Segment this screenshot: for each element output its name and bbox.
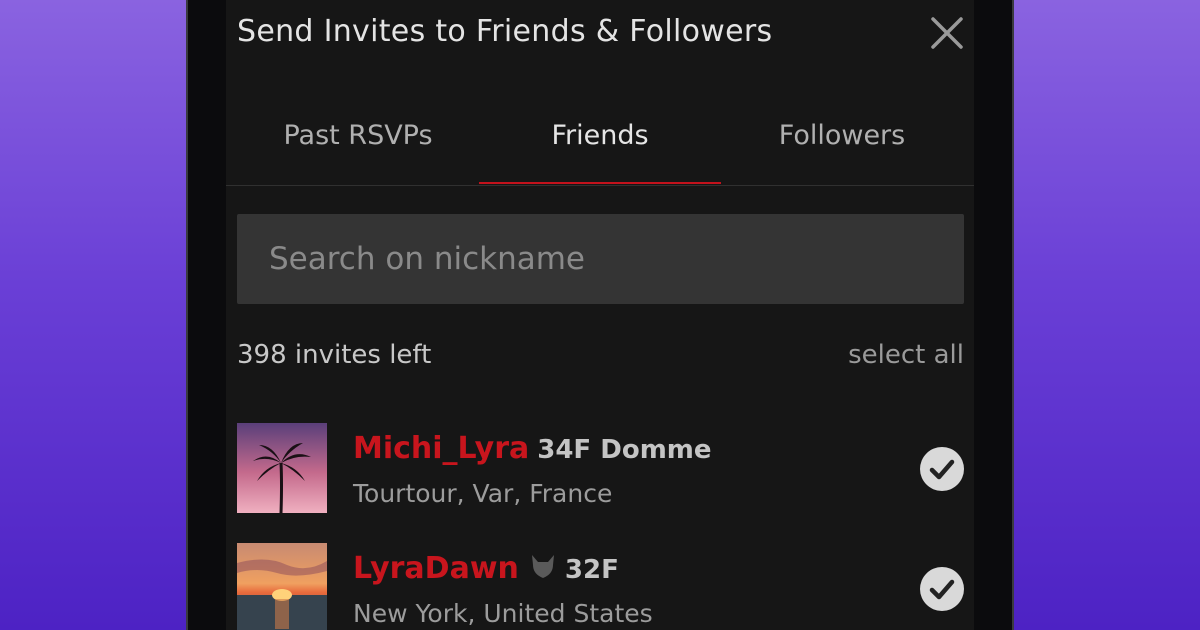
invite-modal: Send Invites to Friends & Followers Past… — [226, 0, 974, 630]
list-item[interactable]: LyraDawn 32F New York, United States — [237, 543, 964, 630]
tab-past-rsvps[interactable]: Past RSVPs — [237, 92, 479, 184]
tab-bar: Past RSVPs Friends Followers — [226, 92, 974, 186]
select-all-link[interactable]: select all — [848, 340, 964, 370]
user-location: New York, United States — [353, 599, 653, 628]
user-meta: 34F Domme — [537, 435, 712, 465]
search-box — [237, 214, 964, 304]
devil-badge-icon — [531, 555, 554, 578]
search-input[interactable] — [237, 214, 964, 304]
avatar[interactable] — [237, 423, 327, 513]
user-meta: 32F — [564, 555, 619, 585]
selected-checkmark-icon[interactable] — [920, 447, 964, 491]
modal-header: Send Invites to Friends & Followers — [226, 0, 974, 70]
close-icon[interactable] — [930, 16, 964, 50]
tab-friends[interactable]: Friends — [479, 92, 721, 184]
selected-checkmark-icon[interactable] — [920, 567, 964, 611]
modal-title: Send Invites to Friends & Followers — [237, 14, 773, 49]
tab-friends-label: Friends — [551, 120, 649, 151]
user-nickname[interactable]: LyraDawn — [353, 551, 519, 586]
user-heading: Michi_Lyra 34F Domme — [353, 431, 712, 466]
user-location: Tourtour, Var, France — [353, 479, 613, 508]
active-tab-indicator — [479, 182, 721, 184]
invites-summary: 398 invites left select all — [237, 340, 964, 380]
avatar[interactable] — [237, 543, 327, 630]
tab-followers[interactable]: Followers — [721, 92, 963, 184]
user-nickname[interactable]: Michi_Lyra — [353, 431, 529, 466]
user-heading: LyraDawn 32F — [353, 551, 619, 586]
invites-left-count: 398 invites left — [237, 340, 432, 370]
list-item[interactable]: Michi_Lyra 34F Domme Tourtour, Var, Franc… — [237, 423, 964, 515]
